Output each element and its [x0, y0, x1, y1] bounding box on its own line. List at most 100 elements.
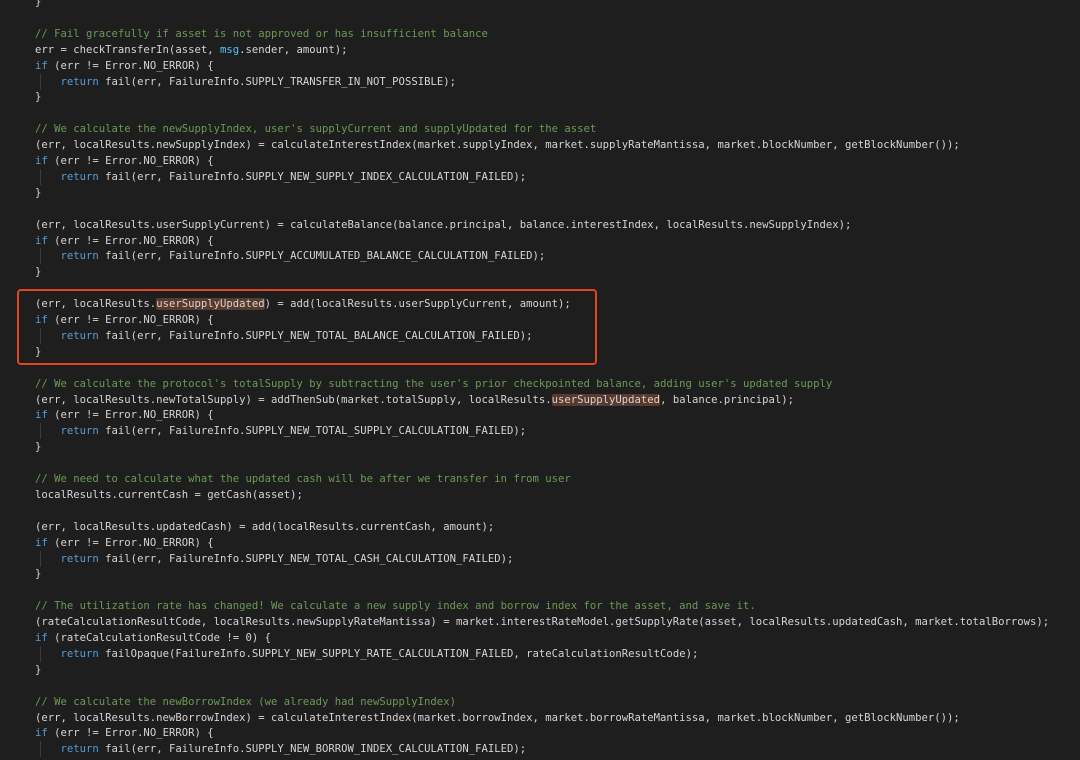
code-token-keyword: return	[60, 329, 99, 342]
code-line: return failOpaque(FailureInfo.SUPPLY_NEW…	[35, 646, 699, 662]
code-line: return fail(err, FailureInfo.SUPPLY_NEW_…	[35, 423, 527, 439]
code-token-plain: fail(err, FailureInfo.SUPPLY_NEW_BORROW_…	[98, 743, 527, 756]
code-token-plain: ) = add(localResults.userSupplyCurrent, …	[264, 298, 571, 311]
code-token-plain: }	[35, 568, 42, 581]
code-line: (err, localResults.newTotalSupply) = add…	[35, 392, 794, 408]
code-token-plain: failOpaque(FailureInfo.SUPPLY_NEW_SUPPLY…	[98, 647, 699, 660]
code-token-keyword: if	[35, 632, 48, 644]
code-line: (err, localResults.newSupplyIndex) = cal…	[35, 137, 960, 153]
code-token-comment: // Fail gracefully if asset is not appro…	[35, 27, 488, 40]
code-line: }	[35, 264, 41, 280]
code-token-keyword: return	[60, 647, 99, 660]
code-line: if (err != Error.NO_ERROR) {	[35, 407, 214, 423]
code-line: if (err != Error.NO_ERROR) {	[35, 153, 214, 169]
code-token-plain: }	[35, 91, 42, 104]
code-line: localResults.currentCash = getCash(asset…	[35, 487, 303, 503]
code-line: // We calculate the newSupplyIndex, user…	[35, 121, 596, 137]
code-token-keyword: if	[35, 314, 48, 326]
code-line: if (err != Error.NO_ERROR) {	[35, 233, 214, 249]
code-line: }	[35, 344, 41, 360]
code-token-special: msg	[219, 43, 240, 56]
code-line: if (err != Error.NO_ERROR) {	[35, 58, 214, 74]
code-token-plain: (err, localResults.newTotalSupply) = add…	[35, 393, 552, 406]
code-line: }	[35, 0, 41, 10]
code-line: }	[35, 89, 41, 105]
code-line: if (err != Error.NO_ERROR) {	[35, 725, 214, 741]
code-token-plain: (err, localResults.newSupplyIndex) = cal…	[35, 139, 960, 152]
code-token-plain: }	[35, 663, 42, 676]
code-token-plain: (err != Error.NO_ERROR) {	[47, 727, 214, 740]
code-token-plain: (err != Error.NO_ERROR) {	[47, 234, 214, 247]
code-line: }	[35, 662, 41, 678]
code-token-comment: // We calculate the newSupplyIndex, user…	[35, 123, 597, 136]
code-token-plain: (err != Error.NO_ERROR) {	[47, 536, 214, 549]
code-line: err = checkTransferIn(asset, msg.sender,…	[35, 42, 348, 58]
code-line: (err, localResults.userSupplyCurrent) = …	[35, 217, 851, 233]
code-token-hl: userSupplyUpdated	[156, 298, 265, 311]
code-line: }	[35, 439, 41, 455]
code-token-keyword: if	[35, 409, 48, 422]
code-token-comment: // The utilization rate has changed! We …	[35, 600, 756, 613]
code-token-plain: localResults.currentCash = getCash(asset…	[35, 488, 303, 501]
code-line: // Fail gracefully if asset is not appro…	[35, 26, 488, 42]
code-token-keyword: return	[60, 75, 99, 88]
code-line: (rateCalculationResultCode, localResults…	[35, 614, 1049, 630]
code-line: // We calculate the newBorrowIndex (we a…	[35, 694, 456, 710]
code-token-plain: (rateCalculationResultCode != 0) {	[47, 632, 271, 644]
code-line: return fail(err, FailureInfo.SUPPLY_ACCU…	[35, 248, 546, 264]
code-token-plain: (err != Error.NO_ERROR) {	[47, 314, 214, 326]
code-line: (err, localResults.userSupplyUpdated) = …	[35, 296, 571, 312]
code-line: }	[35, 566, 41, 582]
code-token-keyword: return	[60, 743, 99, 756]
code-line: return fail(err, FailureInfo.SUPPLY_TRAN…	[35, 74, 456, 90]
code-token-keyword: return	[60, 552, 99, 565]
code-token-plain: }	[35, 186, 42, 199]
code-token-plain: }	[35, 266, 42, 279]
code-line: return fail(err, FailureInfo.SUPPLY_NEW_…	[35, 741, 527, 757]
code-line: (err, localResults.newBorrowIndex) = cal…	[35, 710, 960, 726]
code-token-keyword: if	[35, 155, 48, 167]
code-token-plain: (rateCalculationResultCode, localResults…	[35, 616, 1050, 629]
code-editor[interactable]: } // Fail gracefully if asset is not appr…	[0, 0, 1080, 760]
code-token-hl: userSupplyUpdated	[551, 393, 661, 406]
code-token-keyword: if	[35, 59, 48, 72]
code-token-plain: fail(err, FailureInfo.SUPPLY_NEW_TOTAL_S…	[98, 425, 527, 438]
code-token-plain: .sender, amount);	[239, 43, 348, 56]
code-token-keyword: if	[35, 234, 48, 247]
code-token-plain: (err, localResults.updatedCash) = add(lo…	[35, 520, 495, 533]
code-token-plain: fail(err, FailureInfo.SUPPLY_NEW_SUPPLY_…	[98, 170, 527, 183]
code-token-plain: (err, localResults.userSupplyCurrent) = …	[35, 218, 852, 231]
code-token-keyword: return	[60, 425, 99, 438]
code-token-keyword: if	[35, 536, 48, 549]
code-line: if (err != Error.NO_ERROR) {	[35, 535, 214, 551]
code-line: if (rateCalculationResultCode != 0) {	[35, 630, 271, 646]
code-token-plain: fail(err, FailureInfo.SUPPLY_NEW_TOTAL_C…	[98, 552, 514, 565]
code-token-plain: err = checkTransferIn(asset,	[35, 43, 220, 56]
code-line: // We calculate the protocol's totalSupp…	[35, 376, 832, 392]
code-token-comment: // We calculate the protocol's totalSupp…	[35, 377, 833, 390]
code-token-plain: (err != Error.NO_ERROR) {	[47, 155, 214, 167]
code-line: // We need to calculate what the updated…	[35, 471, 571, 487]
code-token-comment: // We need to calculate what the updated…	[35, 473, 571, 485]
code-line: }	[35, 185, 41, 201]
code-token-plain: (err != Error.NO_ERROR) {	[47, 59, 214, 72]
code-token-keyword: if	[35, 727, 48, 740]
code-token-plain: (err != Error.NO_ERROR) {	[47, 409, 214, 422]
code-line: return fail(err, FailureInfo.SUPPLY_NEW_…	[35, 169, 527, 185]
code-token-plain: fail(err, FailureInfo.SUPPLY_TRANSFER_IN…	[98, 75, 456, 88]
code-token-plain: }	[35, 441, 42, 454]
code-token-plain: fail(err, FailureInfo.SUPPLY_NEW_TOTAL_B…	[98, 329, 533, 342]
code-token-plain: (err, localResults.newBorrowIndex) = cal…	[35, 711, 960, 724]
code-token-keyword: return	[60, 250, 99, 263]
code-line: (err, localResults.updatedCash) = add(lo…	[35, 519, 494, 535]
code-token-plain: }	[35, 0, 42, 8]
code-line: return fail(err, FailureInfo.SUPPLY_NEW_…	[35, 328, 533, 344]
